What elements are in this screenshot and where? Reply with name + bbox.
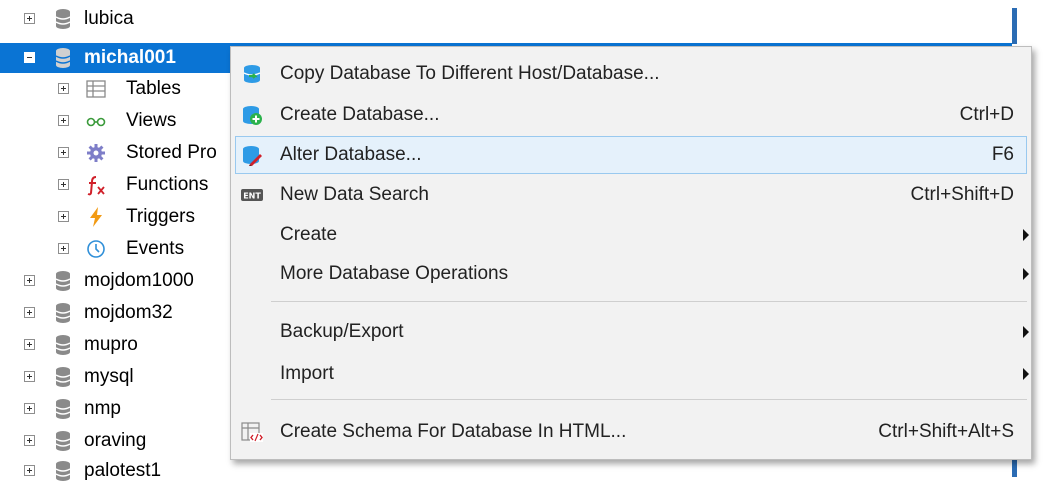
tree-item-label: oraving (84, 430, 147, 451)
data-search-icon: ENT (241, 189, 263, 201)
menu-item-more-database-operations[interactable]: More Database Operations (235, 255, 1029, 293)
expand-icon[interactable] (58, 243, 69, 254)
alter-database-icon (243, 146, 262, 166)
submenu-arrow-icon (1023, 368, 1029, 380)
tree-item-label: Stored Pro (126, 142, 217, 163)
menu-item-alter-database[interactable]: Alter Database... F6 (235, 136, 1027, 174)
menu-item-create-schema-html[interactable]: Create Schema For Database In HTML... Ct… (235, 413, 1027, 451)
tree-item-database[interactable]: lubica (0, 4, 1044, 34)
tree-item-label: Triggers (126, 206, 195, 227)
tree-item-label: michal001 (84, 47, 176, 68)
database-icon (55, 335, 71, 355)
tree-item-label: mojdom1000 (84, 270, 194, 291)
menu-separator (271, 301, 1027, 302)
function-icon (87, 176, 105, 196)
tree-item-database[interactable]: palotest1 (0, 456, 1044, 486)
database-icon (55, 303, 71, 323)
expand-icon[interactable] (58, 211, 69, 222)
menu-item-shortcut: Ctrl+Shift+D (910, 184, 1014, 205)
menu-item-shortcut: F6 (991, 144, 1014, 165)
lightning-icon (90, 207, 102, 227)
submenu-arrow-icon (1023, 229, 1029, 241)
scrollbar-edge (1012, 8, 1017, 44)
expand-icon[interactable] (24, 339, 35, 350)
tree-item-label: lubica (84, 8, 134, 29)
expand-icon[interactable] (58, 179, 69, 190)
expand-icon[interactable] (58, 147, 69, 158)
menu-item-shortcut: Ctrl+D (959, 104, 1014, 125)
submenu-arrow-icon (1023, 268, 1029, 280)
tree-item-label: palotest1 (84, 460, 162, 481)
database-icon (55, 9, 71, 29)
expand-icon[interactable] (24, 435, 35, 446)
svg-text:ENT: ENT (243, 192, 261, 201)
tree-item-label: Tables (126, 78, 181, 99)
menu-separator (271, 399, 1027, 400)
tree-item-label: mysql (84, 366, 134, 387)
database-icon (55, 399, 71, 419)
context-menu: Copy Database To Different Host/Database… (230, 46, 1032, 460)
expand-icon[interactable] (24, 275, 35, 286)
menu-item-label: Create Schema For Database In HTML... (280, 421, 627, 442)
menu-item-shortcut: Ctrl+Shift+Alt+S (878, 421, 1014, 442)
database-icon (55, 461, 71, 481)
menu-item-new-data-search[interactable]: ENT New Data Search Ctrl+Shift+D (235, 176, 1027, 214)
create-database-icon (243, 106, 262, 125)
menu-item-label: Copy Database To Different Host/Database… (280, 63, 660, 84)
collapse-icon[interactable] (24, 52, 35, 63)
database-icon (55, 271, 71, 291)
menu-item-label: Backup/Export (280, 321, 404, 342)
tree-item-label: mupro (84, 334, 138, 355)
expand-icon[interactable] (24, 307, 35, 318)
tree-item-label: nmp (84, 398, 121, 419)
menu-item-create[interactable]: Create (235, 216, 1029, 254)
copy-database-icon (243, 65, 261, 83)
database-icon (55, 367, 71, 387)
expand-icon[interactable] (24, 465, 35, 476)
expand-icon[interactable] (24, 371, 35, 382)
tree-item-label: Events (126, 238, 185, 259)
gear-icon (87, 144, 105, 162)
menu-item-backup-export[interactable]: Backup/Export (235, 313, 1029, 351)
menu-item-label: Alter Database... (280, 144, 422, 165)
menu-item-import[interactable]: Import (235, 355, 1029, 393)
menu-item-label: More Database Operations (280, 263, 509, 284)
tree-item-label: mojdom32 (84, 302, 173, 323)
menu-item-create-database[interactable]: Create Database... Ctrl+D (235, 96, 1027, 134)
expand-icon[interactable] (58, 115, 69, 126)
expand-icon[interactable] (24, 403, 35, 414)
menu-item-label: Create (280, 224, 338, 245)
menu-item-label: New Data Search (280, 184, 429, 205)
schema-html-icon (241, 422, 263, 442)
menu-item-label: Import (280, 363, 334, 384)
menu-item-label: Create Database... (280, 104, 440, 125)
database-icon (55, 48, 71, 68)
expand-icon[interactable] (24, 13, 35, 24)
tree-item-label: Views (126, 110, 177, 131)
glasses-icon (86, 117, 106, 127)
table-icon (86, 80, 106, 98)
expand-icon[interactable] (58, 83, 69, 94)
submenu-arrow-icon (1023, 326, 1029, 338)
database-icon (55, 431, 71, 451)
menu-item-copy-database[interactable]: Copy Database To Different Host/Database… (235, 55, 1027, 93)
clock-icon (87, 240, 105, 258)
tree-item-label: Functions (126, 174, 209, 195)
